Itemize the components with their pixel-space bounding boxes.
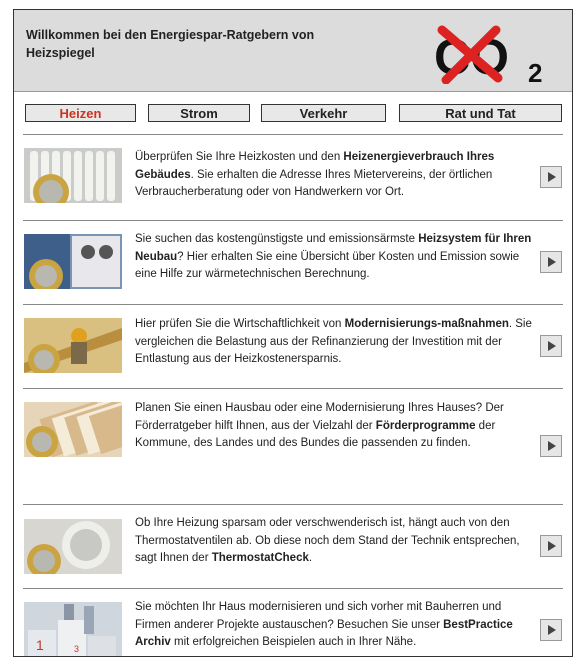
- open-item-button[interactable]: [540, 535, 562, 557]
- co2-logo-subscript: 2: [528, 58, 542, 84]
- podium-image[interactable]: 13: [24, 602, 122, 656]
- item-text: .: [308, 552, 313, 564]
- svg-text:3: 3: [74, 644, 79, 654]
- list-item: 1 3 Sie möchten Ihr Haus modernisieren und…: [14, 588, 572, 656]
- tab-heizen[interactable]: Heizen: [25, 104, 136, 122]
- item-description: Sie suchen das kostengünstigste und emis…: [135, 231, 533, 284]
- page-title: Willkommen bei den Energiespar-Ratgebern…: [26, 28, 315, 60]
- item-text: Ob Ihre Heizung sparsam oder verschwende…: [135, 517, 520, 564]
- item-keyword[interactable]: Modernisierungs-maßnahmen: [345, 318, 509, 330]
- item-description: Sie möchten Ihr Haus modernisieren und s…: [135, 599, 533, 652]
- boiler-coin-image[interactable]: [24, 234, 122, 289]
- item-text: ? Hier erhalten Sie eine Übersicht über …: [135, 250, 520, 281]
- open-item-button[interactable]: [540, 435, 562, 457]
- item-text: mit erfolgreichen Beispielen auch in Ihr…: [170, 636, 417, 648]
- list-item: Hier prüfen Sie die Wirtschaftlichkeit v…: [14, 304, 572, 388]
- tab-strom[interactable]: Strom: [148, 104, 250, 122]
- co2-logo: CO 2: [434, 25, 542, 84]
- play-arrow-icon: [548, 341, 556, 351]
- list-item: Sie suchen das kostengünstigste und emis…: [14, 220, 572, 304]
- list-item: Planen Sie einen Hausbau oder eine Moder…: [14, 388, 572, 504]
- item-description: Überprüfen Sie Ihre Heizkosten und den H…: [135, 149, 533, 202]
- tab-bar: Heizen Strom Verkehr Rat und Tat: [14, 104, 572, 124]
- thermostat-coin-image[interactable]: [24, 519, 122, 574]
- open-item-button[interactable]: [540, 335, 562, 357]
- svg-text:1: 1: [36, 637, 44, 653]
- energy-advisor-panel: Willkommen bei den Energiespar-Ratgebern…: [13, 9, 573, 657]
- item-description: Planen Sie einen Hausbau oder eine Moder…: [135, 400, 533, 453]
- tab-rat-und-tat[interactable]: Rat und Tat: [399, 104, 562, 122]
- item-description: Hier prüfen Sie die Wirtschaftlichkeit v…: [135, 316, 533, 369]
- open-item-button[interactable]: [540, 619, 562, 641]
- list-item: Ob Ihre Heizung sparsam oder verschwende…: [14, 504, 572, 588]
- documents-coin-image[interactable]: [24, 402, 122, 457]
- play-arrow-icon: [548, 257, 556, 267]
- open-item-button[interactable]: [540, 166, 562, 188]
- item-text: Sie suchen das kostengünstigste und emis…: [135, 233, 419, 245]
- play-arrow-icon: [548, 172, 556, 182]
- tab-verkehr[interactable]: Verkehr: [261, 104, 386, 122]
- item-text: Hier prüfen Sie die Wirtschaftlichkeit v…: [135, 318, 345, 330]
- item-text: Überprüfen Sie Ihre Heizkosten und den: [135, 151, 344, 163]
- list-item: Überprüfen Sie Ihre Heizkosten und den H…: [14, 134, 572, 220]
- open-item-button[interactable]: [540, 251, 562, 273]
- play-arrow-icon: [548, 541, 556, 551]
- item-description: Ob Ihre Heizung sparsam oder verschwende…: [135, 515, 533, 568]
- play-arrow-icon: [548, 625, 556, 635]
- item-keyword[interactable]: ThermostatCheck: [212, 552, 309, 564]
- header: Willkommen bei den Energiespar-Ratgebern…: [14, 10, 572, 92]
- radiator-coin-image[interactable]: [24, 148, 122, 203]
- item-keyword[interactable]: Förderprogramme: [376, 420, 476, 432]
- play-arrow-icon: [548, 441, 556, 451]
- construction-worker-image[interactable]: [24, 318, 122, 373]
